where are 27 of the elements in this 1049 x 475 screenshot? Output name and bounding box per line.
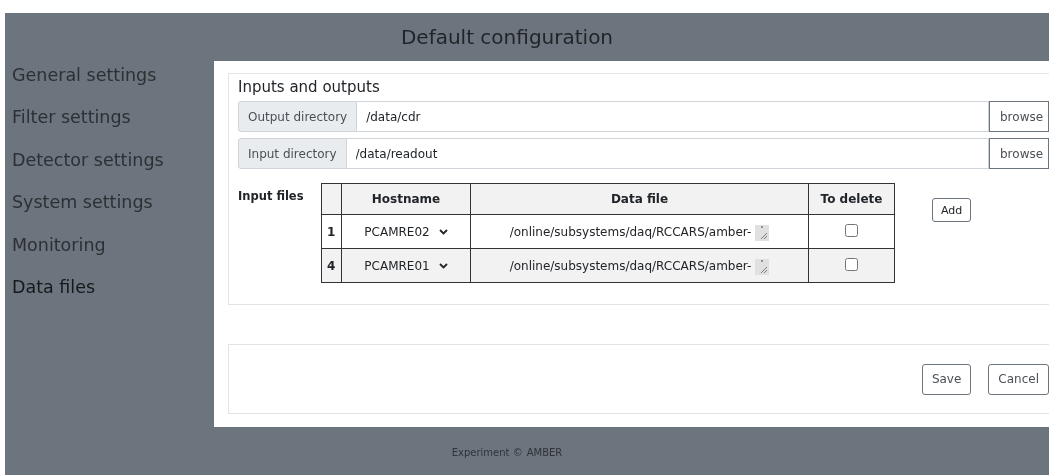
footer-text: Experiment ©: [451, 446, 523, 458]
column-header: Data file: [470, 183, 809, 215]
sidebar-item[interactable]: Data files: [12, 276, 214, 320]
delete-checkbox[interactable]: [845, 223, 858, 237]
directory-field[interactable]: /data/cdr: [357, 101, 989, 132]
header-cell: [321, 183, 342, 215]
resize-grip-icon[interactable]: [755, 222, 770, 241]
field-label: Input directory: [238, 138, 347, 169]
chevron-down-icon: [438, 228, 448, 235]
footer-brand: AMBER: [526, 446, 563, 458]
cancel-button[interactable]: Cancel: [988, 363, 1049, 395]
browse-button[interactable]: browse: [989, 138, 1049, 169]
row-number: 1: [321, 214, 342, 249]
field-label: Output directory: [238, 101, 358, 132]
input-files-label: Input files: [238, 188, 305, 203]
section-title: Inputs and outputs: [238, 77, 381, 98]
column-header: Hostname: [341, 183, 471, 215]
save-button[interactable]: Save: [921, 363, 972, 395]
browse-button[interactable]: browse: [989, 101, 1049, 132]
page-title: Default configuration: [399, 24, 615, 51]
row-number: 4: [321, 248, 342, 283]
chevron-down-icon: [438, 262, 448, 269]
resize-grip-icon[interactable]: [755, 256, 770, 275]
add-button[interactable]: Add: [932, 198, 972, 222]
directory-field[interactable]: /data/readout: [346, 138, 989, 169]
column-header: To delete: [808, 183, 895, 215]
delete-checkbox[interactable]: [845, 257, 858, 271]
